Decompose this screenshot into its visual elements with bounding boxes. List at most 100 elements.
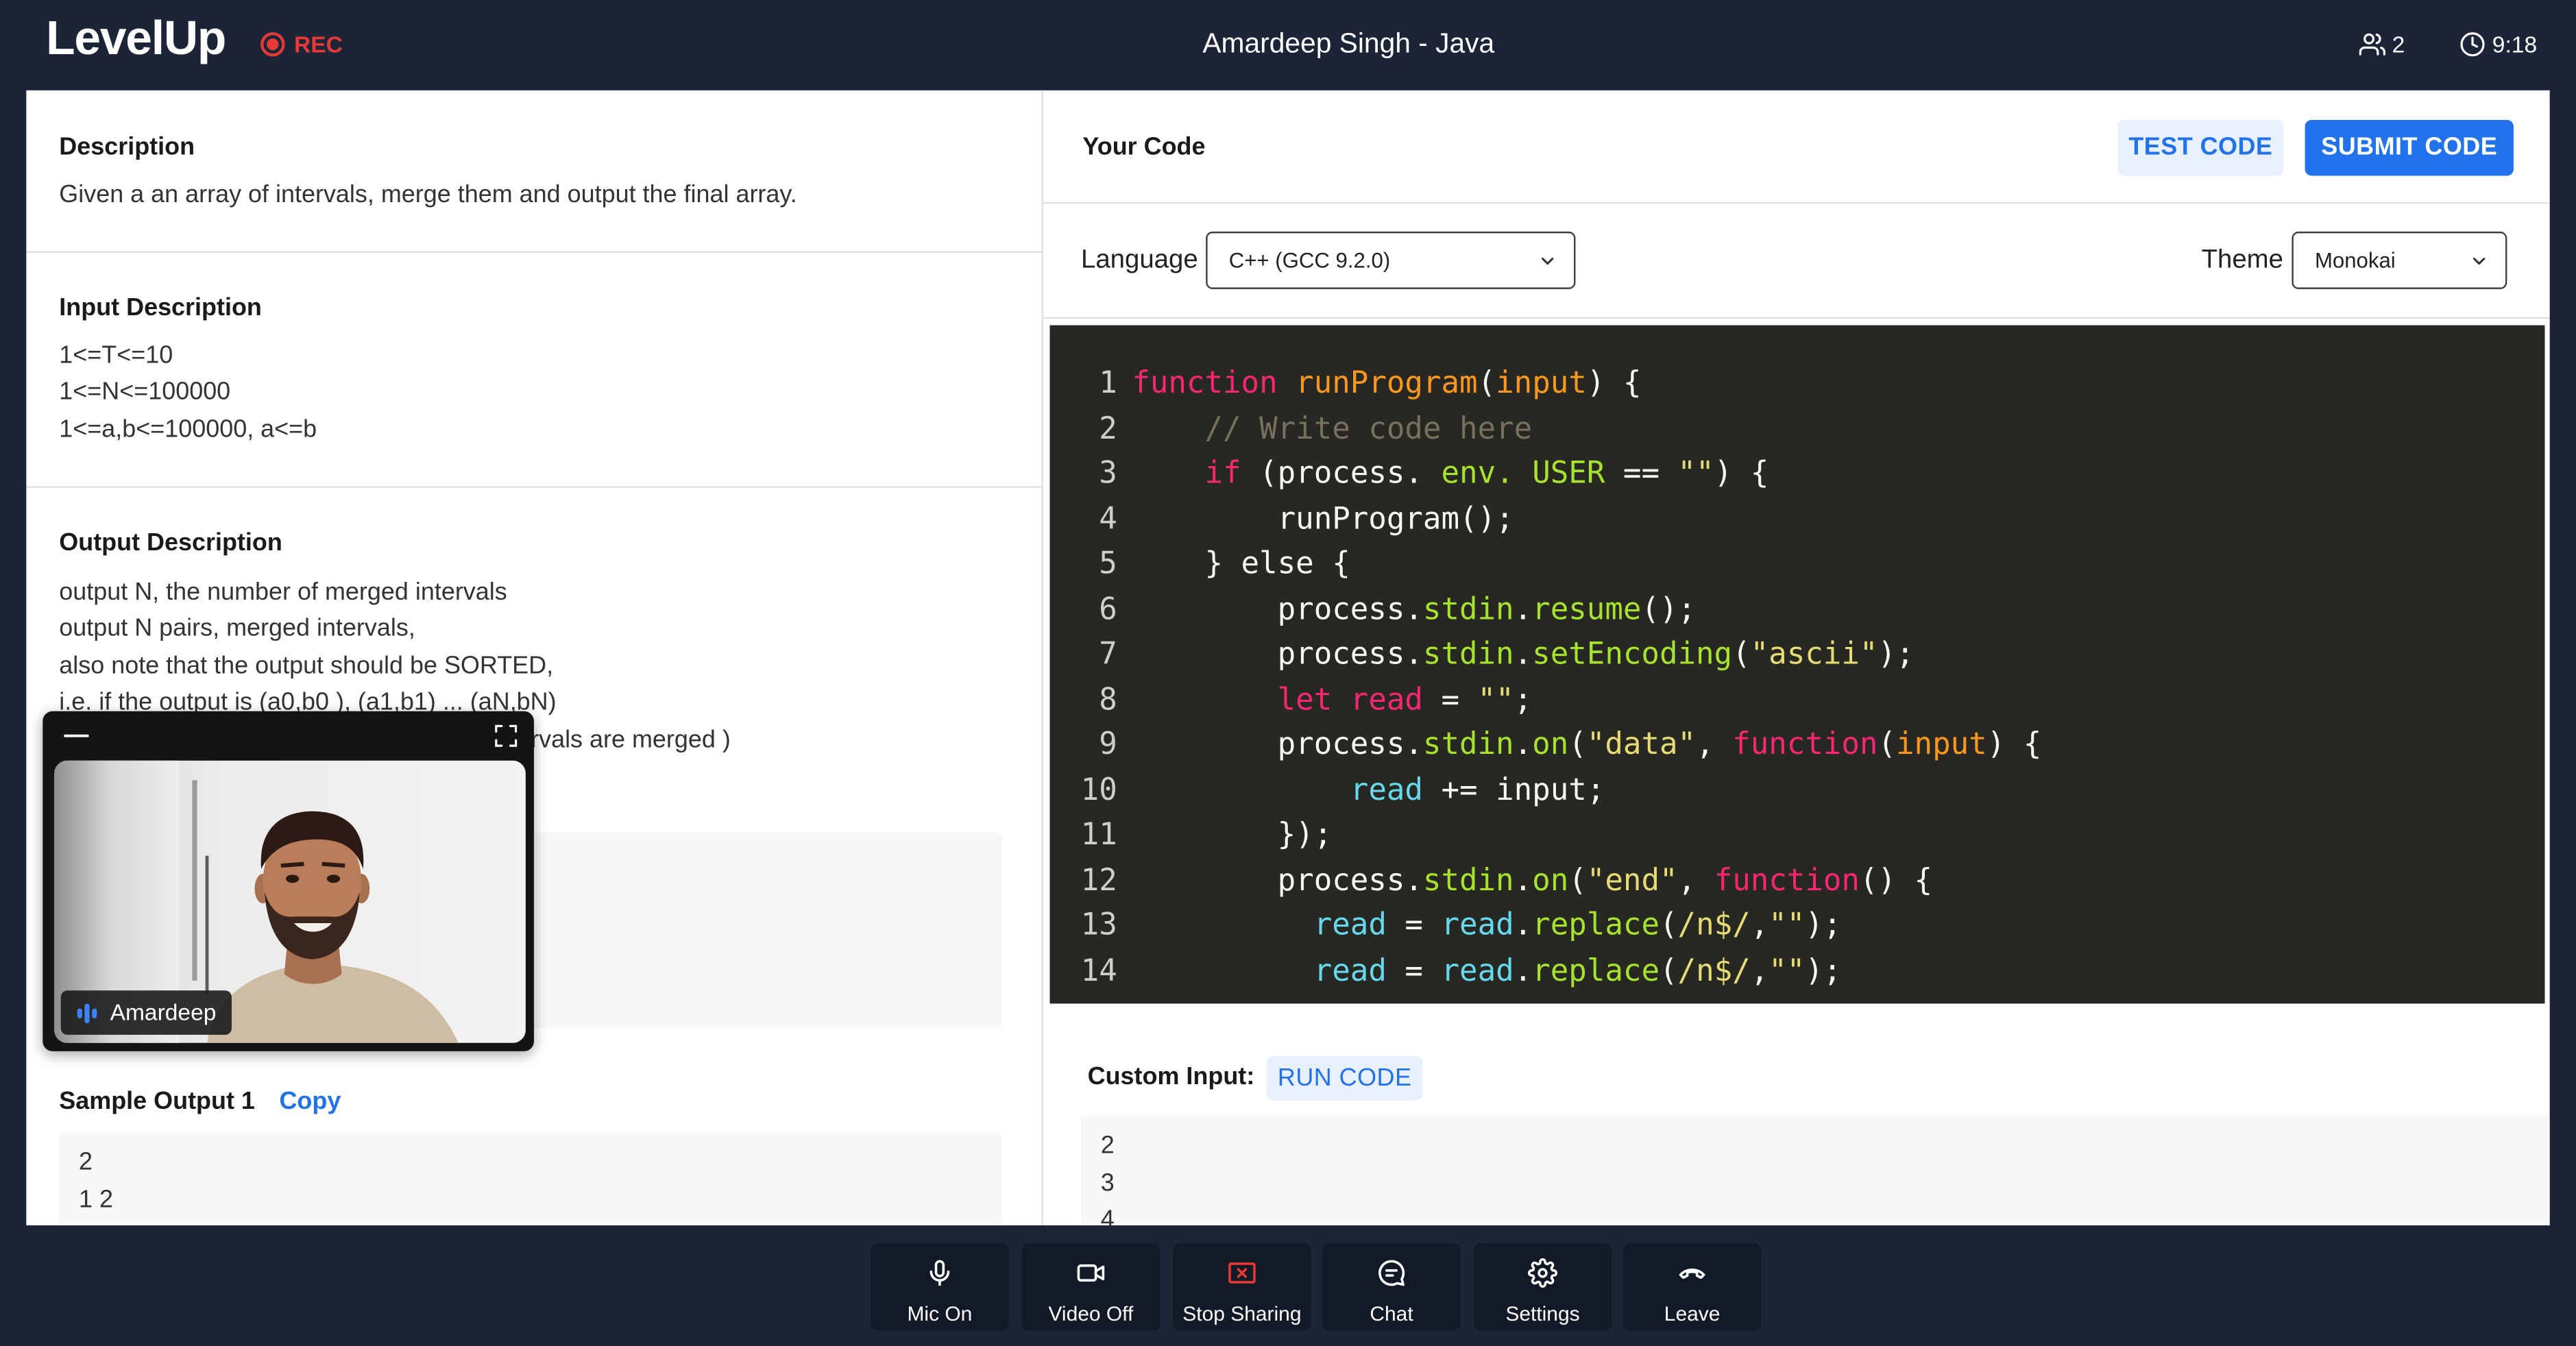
line-number: 9 bbox=[1099, 727, 1117, 763]
stop-sharing-button[interactable]: Stop Sharing bbox=[1173, 1243, 1311, 1331]
code-line[interactable]: 6 process.stdin.resume(); bbox=[1049, 587, 2544, 633]
video-tile[interactable]: Amardeep bbox=[42, 711, 534, 1051]
code-token: (process. bbox=[1241, 456, 1442, 491]
recording-indicator: REC bbox=[260, 28, 343, 61]
code-text: }); bbox=[1132, 813, 1333, 858]
stop-sharing-icon bbox=[1228, 1262, 1256, 1284]
code-text: read = read.replace(/n$/,""); bbox=[1132, 903, 1842, 949]
leave-button[interactable]: Leave bbox=[1623, 1243, 1762, 1331]
copy-sample-output-link[interactable]: Copy bbox=[279, 1086, 341, 1118]
theme-select[interactable]: Monokai bbox=[2292, 231, 2507, 289]
divider bbox=[1043, 317, 2550, 319]
code-text: process.stdin.on("data", function(input)… bbox=[1132, 723, 2042, 768]
sample-output-title: Sample Output 1 bbox=[59, 1087, 255, 1116]
stop-sharing-button-label: Stop Sharing bbox=[1182, 1302, 1302, 1326]
code-token: USER bbox=[1532, 456, 1605, 491]
problem-panel[interactable]: Description Given a an array of interval… bbox=[26, 90, 1043, 1225]
output-description-title: Output Description bbox=[59, 528, 282, 557]
code-editor[interactable]: 1 function runProgram(input) {2 // Write … bbox=[1049, 325, 2545, 1004]
line-number: 1 bbox=[1099, 366, 1117, 401]
code-token: . bbox=[1514, 637, 1533, 672]
code-token: ( bbox=[1660, 908, 1678, 943]
rec-label: REC bbox=[294, 31, 343, 58]
code-line[interactable]: 10 read += input; bbox=[1049, 768, 2544, 813]
code-text: read += input; bbox=[1132, 768, 1605, 813]
code-line[interactable]: 11 }); bbox=[1049, 813, 2544, 858]
code-line[interactable]: 2 // Write code here bbox=[1049, 406, 2544, 452]
code-token: read bbox=[1350, 682, 1423, 718]
run-code-button[interactable]: RUN CODE bbox=[1266, 1056, 1423, 1101]
code-token: read bbox=[1441, 953, 1514, 988]
code-token: ; bbox=[1514, 682, 1533, 718]
expand-icon[interactable] bbox=[493, 723, 519, 749]
code-token: = bbox=[1386, 908, 1442, 943]
code-line[interactable]: 7 process.stdin.setEncoding("ascii"); bbox=[1049, 633, 2544, 678]
output-description-line: also note that the output should be SORT… bbox=[59, 651, 554, 680]
output-description-line: output N pairs, merged intervals, bbox=[59, 614, 415, 643]
submit-code-button[interactable]: SUBMIT CODE bbox=[2305, 119, 2514, 176]
code-token: = bbox=[1386, 953, 1442, 988]
code-token: "end" bbox=[1586, 863, 1678, 898]
participants-count[interactable]: 2 bbox=[2359, 28, 2405, 61]
code-token: "" bbox=[1677, 456, 1714, 491]
code-line[interactable]: 1 function runProgram(input) { bbox=[1049, 361, 2544, 406]
theme-select-value: Monokai bbox=[2314, 247, 2396, 273]
code-line[interactable]: 3 if (process. env. USER == "") { bbox=[1049, 452, 2544, 497]
code-token: , bbox=[1677, 863, 1714, 898]
code-line[interactable]: 14 read = read.replace(/n$/,""); bbox=[1049, 949, 2544, 994]
code-token: env. bbox=[1441, 456, 1514, 491]
chat-icon bbox=[1378, 1260, 1405, 1286]
code-line[interactable]: 5 } else { bbox=[1049, 542, 2544, 587]
code-token: "" bbox=[1477, 682, 1514, 718]
code-token: , bbox=[1696, 727, 1733, 763]
custom-input-field[interactable]: 2 3 4 bbox=[1081, 1115, 2550, 1225]
output-description-line: output N, the number of merged intervals bbox=[59, 578, 507, 606]
minimize-icon[interactable] bbox=[62, 724, 90, 748]
code-token: ); bbox=[1805, 908, 1842, 943]
code-text: function runProgram(input) { bbox=[1132, 361, 1641, 406]
sample-output-line: 1 2 bbox=[79, 1185, 114, 1213]
code-line[interactable]: 13 read = read.replace(/n$/,""); bbox=[1049, 903, 2544, 949]
audio-level-icon bbox=[77, 1003, 97, 1023]
participants-number: 2 bbox=[2392, 31, 2405, 58]
code-token: replace bbox=[1532, 953, 1660, 988]
line-number: 4 bbox=[1099, 502, 1117, 537]
line-number: 10 bbox=[1080, 772, 1117, 807]
language-select[interactable]: C++ (GCC 9.2.0) bbox=[1206, 231, 1576, 289]
test-code-button[interactable]: TEST CODE bbox=[2117, 119, 2284, 176]
code-text: // Write code here bbox=[1132, 406, 1532, 452]
settings-button[interactable]: Settings bbox=[1473, 1243, 1612, 1331]
code-line[interactable]: 4 runProgram(); bbox=[1049, 497, 2544, 542]
code-token: /n$/ bbox=[1677, 908, 1751, 943]
code-token: /n$/ bbox=[1677, 953, 1751, 988]
custom-input-line: 2 bbox=[1100, 1131, 1115, 1160]
code-token: "ascii" bbox=[1750, 637, 1878, 672]
code-token: ( bbox=[1477, 366, 1496, 401]
code-token: process. bbox=[1132, 727, 1423, 763]
chevron-down-icon bbox=[1542, 257, 1554, 265]
record-icon bbox=[260, 32, 285, 57]
code-line[interactable]: 8 let read = ""; bbox=[1049, 678, 2544, 723]
code-token: stdin bbox=[1422, 592, 1514, 627]
code-text: let read = ""; bbox=[1132, 678, 1533, 723]
mic-button[interactable]: Mic On bbox=[871, 1243, 1009, 1331]
leave-button-label: Leave bbox=[1664, 1302, 1721, 1326]
code-token: ( bbox=[1732, 637, 1751, 672]
custom-input-label: Custom Input: bbox=[1087, 1062, 1255, 1091]
sample-output-box: 21 2 bbox=[59, 1131, 1002, 1225]
code-token: process. bbox=[1132, 592, 1423, 627]
code-line[interactable]: 12 process.stdin.on("end", function() { bbox=[1049, 858, 2544, 903]
video-button[interactable]: Video Off bbox=[1021, 1243, 1161, 1331]
code-token: replace bbox=[1532, 908, 1660, 943]
code-line[interactable]: 9 process.stdin.on("data", function(inpu… bbox=[1049, 723, 2544, 768]
code-token: runProgram bbox=[1296, 366, 1478, 401]
code-token: read bbox=[1441, 908, 1514, 943]
chat-button[interactable]: Chat bbox=[1322, 1243, 1461, 1331]
settings-button-label: Settings bbox=[1505, 1302, 1580, 1326]
output-description-line: rvals are merged ) bbox=[531, 725, 731, 754]
